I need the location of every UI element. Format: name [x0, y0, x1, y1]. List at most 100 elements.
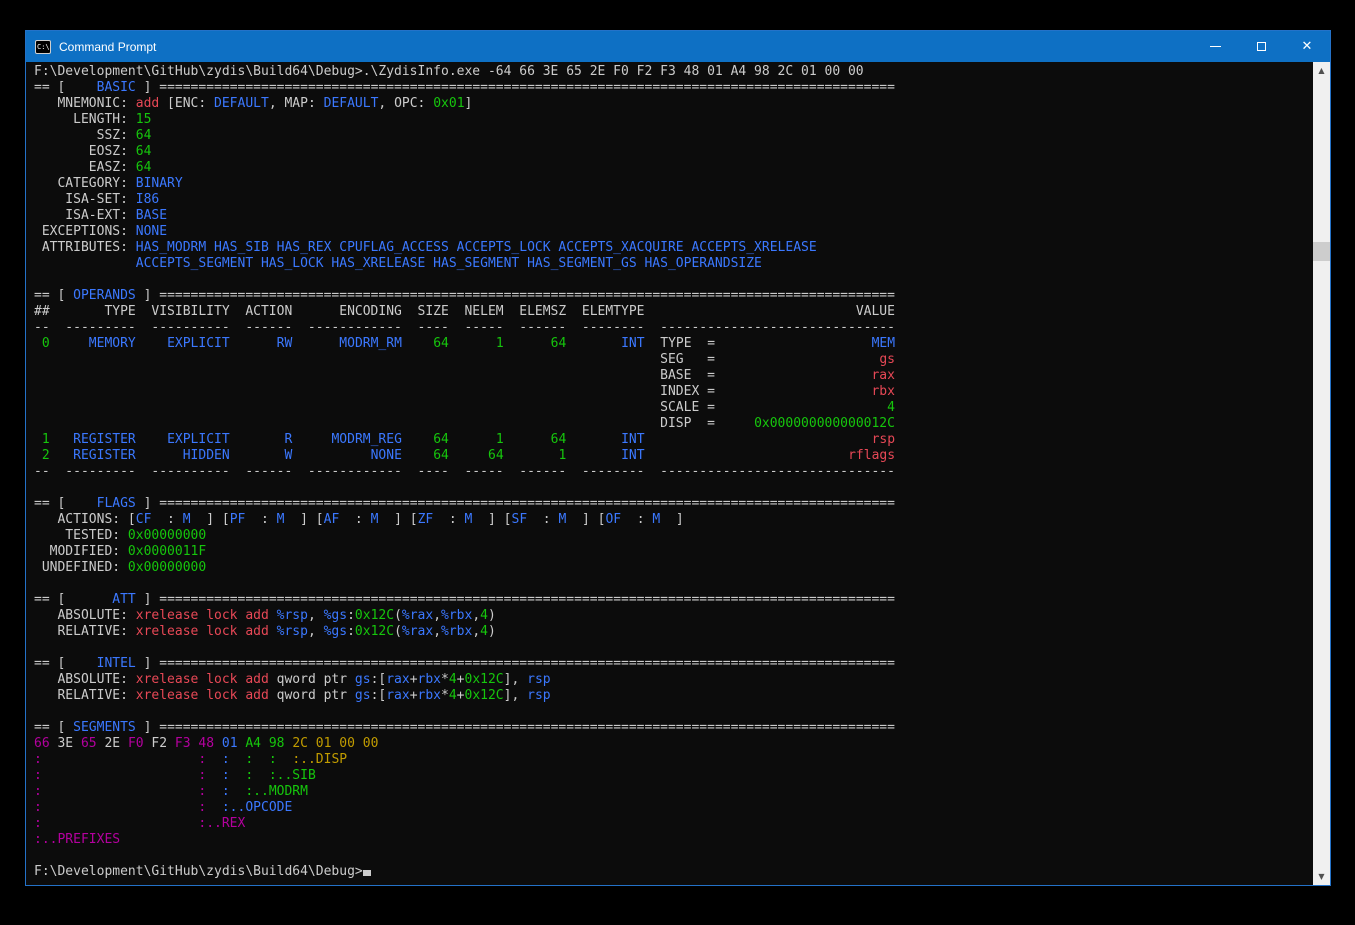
console-text	[253, 752, 269, 767]
console-text	[50, 336, 89, 351]
console-text: rsp	[527, 672, 550, 687]
console-line: : : : :..MODRM	[34, 784, 1313, 800]
minimize-button[interactable]	[1192, 31, 1238, 62]
console-text	[449, 336, 496, 351]
terminal-window: C:\ Command Prompt ✕ F:\Development\GitH…	[25, 30, 1331, 886]
console-text	[34, 336, 42, 351]
console-text: ]	[136, 288, 159, 303]
console-text: ] [	[472, 512, 511, 527]
console-text: ACCEPTS_SEGMENT HAS_LOCK HAS_XRELEASE HA…	[136, 256, 762, 271]
console-text: 0	[42, 336, 50, 351]
maximize-icon	[1257, 42, 1266, 51]
console-text: %rax	[402, 608, 433, 623]
console-text: ,	[472, 624, 480, 639]
console-text: TESTED:	[34, 528, 128, 543]
console-text	[34, 384, 660, 399]
title-bar[interactable]: C:\ Command Prompt ✕	[26, 31, 1330, 62]
console-line	[34, 704, 1313, 720]
console-text: :..REX	[198, 816, 245, 831]
console-text: F0	[128, 736, 151, 751]
console-text: gs	[355, 672, 371, 687]
console-text: ]	[136, 656, 159, 671]
console-text: EOSZ:	[34, 144, 136, 159]
console-text: gs	[355, 688, 371, 703]
console-text: :	[34, 752, 42, 767]
scrollbar-up-icon[interactable]: ▲	[1313, 62, 1330, 79]
console-text: %gs	[324, 624, 347, 639]
console-line	[34, 848, 1313, 864]
scrollbar[interactable]: ▲ ▼	[1313, 62, 1330, 885]
window-title: Command Prompt	[59, 40, 156, 54]
console-text: SSZ:	[34, 128, 136, 143]
console-text	[50, 432, 73, 447]
console-text: :[	[371, 688, 387, 703]
console-text: REGISTER	[73, 448, 136, 463]
console-text	[277, 752, 293, 767]
console-text: ABSOLUTE:	[34, 608, 136, 623]
console-text: , OPC:	[378, 96, 433, 111]
console-text: 4	[887, 400, 895, 415]
console-text	[566, 336, 621, 351]
console-text: MODRM_REG	[331, 432, 401, 447]
console-text	[715, 368, 872, 383]
console-text: 01	[222, 736, 245, 751]
maximize-button[interactable]	[1238, 31, 1284, 62]
console-text	[715, 336, 872, 351]
console-text: ------------------------------	[660, 464, 895, 479]
console-text	[292, 336, 339, 351]
console-text	[292, 432, 331, 447]
console-text	[504, 448, 559, 463]
console-text: xrelease lock add	[136, 608, 269, 623]
console-text: %rsp	[277, 608, 308, 623]
console-text	[206, 752, 222, 767]
console-text: ]	[136, 80, 159, 95]
console-text: :..SIB	[269, 768, 316, 783]
console-text: SCALE =	[660, 400, 715, 415]
console-text: 64	[433, 336, 449, 351]
console-text: ========================================…	[159, 496, 895, 511]
console-text: ],	[504, 672, 527, 687]
console-text: :	[269, 752, 277, 767]
console-text: MEM	[872, 336, 895, 351]
console[interactable]: F:\Development\GitHub\zydis\Build64\Debu…	[26, 62, 1330, 885]
console-text: 0x0000011F	[128, 544, 206, 559]
console-text	[34, 256, 136, 271]
console-text: ABSOLUTE:	[34, 672, 136, 687]
close-button[interactable]: ✕	[1284, 31, 1330, 62]
console-text: 1	[496, 336, 504, 351]
console-line: :..PREFIXES	[34, 832, 1313, 848]
console-text: 2E	[104, 736, 127, 751]
console-line: ATTRIBUTES: HAS_MODRM HAS_SIB HAS_REX CP…	[34, 240, 1313, 256]
minimize-icon	[1210, 46, 1221, 47]
console-line	[34, 480, 1313, 496]
console-text: %rax	[402, 624, 433, 639]
console-text: 3E	[57, 736, 80, 751]
console-text: +	[410, 672, 418, 687]
console-text: %rbx	[441, 608, 472, 623]
console-line: 66 3E 65 2E F0 F2 F3 48 01 A4 98 2C 01 0…	[34, 736, 1313, 752]
console-line: 2 REGISTER HIDDEN W NONE 64 64 1 INT rfl…	[34, 448, 1313, 464]
console-text: +	[457, 672, 465, 687]
console-text	[566, 448, 621, 463]
console-text: 64	[433, 448, 449, 463]
console-text: MEMORY	[89, 336, 136, 351]
console-text: HAS_MODRM HAS_SIB HAS_REX CPUFLAG_ACCESS…	[136, 240, 817, 255]
console-text: %gs	[324, 608, 347, 623]
console-text: TYPE =	[645, 336, 715, 351]
console-text: ]	[136, 496, 159, 511]
console-text: add	[136, 96, 159, 111]
console-text	[504, 336, 551, 351]
console-text	[136, 448, 183, 463]
console-text: 98	[269, 736, 292, 751]
console-text: RW	[277, 336, 293, 351]
console-text: xrelease lock add	[136, 672, 269, 687]
console-text: :	[34, 784, 42, 799]
console-text: 15	[136, 112, 152, 127]
console-text	[715, 400, 887, 415]
console-text: (	[394, 608, 402, 623]
console-text: ISA-SET:	[34, 192, 136, 207]
console-text	[644, 304, 855, 319]
console-text: ] [	[378, 512, 417, 527]
scrollbar-thumb[interactable]	[1313, 242, 1330, 261]
scrollbar-down-icon[interactable]: ▼	[1313, 868, 1330, 885]
